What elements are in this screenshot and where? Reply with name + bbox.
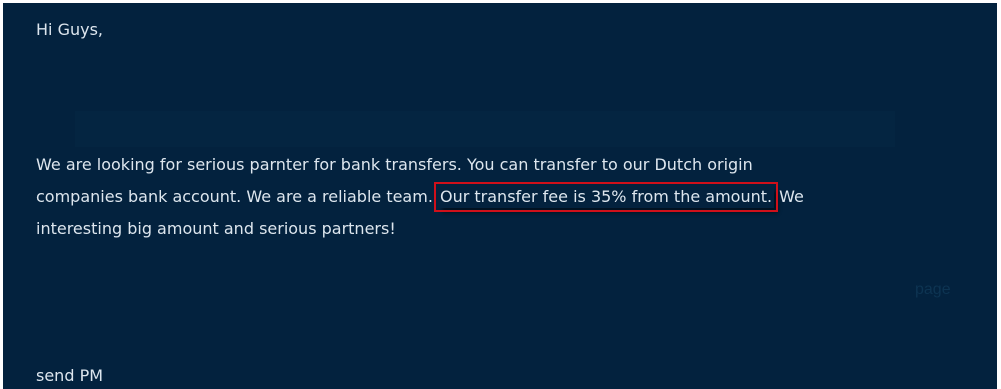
post-body: We are looking for serious parnter for b… — [36, 149, 986, 245]
faded-page-label: page — [915, 281, 951, 298]
post-body-line-2-end: We — [779, 187, 804, 206]
post-body-line-2-start: companies bank account. We are a reliabl… — [36, 187, 433, 206]
faded-background-bar — [75, 111, 895, 147]
post-signoff: send PM — [36, 366, 104, 385]
post-body-line-3: interesting big amount and serious partn… — [36, 219, 396, 238]
post-body-line-1: We are looking for serious parnter for b… — [36, 155, 753, 174]
screenshot-frame: page Hi Guys, We are looking for serious… — [0, 0, 1001, 389]
post-greeting: Hi Guys, — [36, 20, 103, 39]
forum-post-panel: page Hi Guys, We are looking for serious… — [3, 3, 997, 389]
highlighted-fee-sentence: Our transfer fee is 35% from the amount. — [433, 182, 779, 212]
post-body-line-2: companies bank account. We are a reliabl… — [36, 181, 986, 213]
